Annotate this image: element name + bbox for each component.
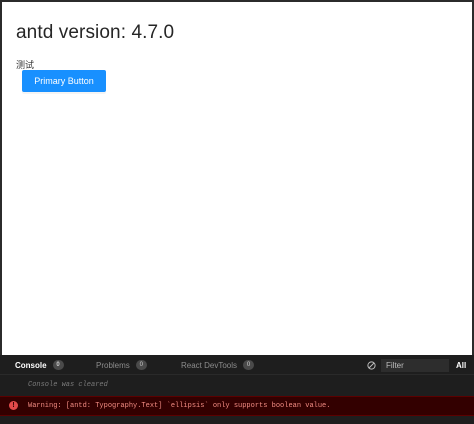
clear-console-icon[interactable] <box>367 361 376 370</box>
primary-button[interactable]: Primary Button <box>22 70 106 92</box>
tab-react-devtools-label: React DevTools <box>181 360 238 370</box>
tab-console-count-badge: 0 <box>52 360 64 370</box>
warning-message: Warning: [antd: Typography.Text] `ellips… <box>28 402 331 410</box>
tab-problems[interactable]: Problems 0 <box>96 359 147 371</box>
page-heading: antd version: 4.7.0 <box>16 22 175 43</box>
console-cleared-message: Console was cleared <box>28 381 108 389</box>
filter-input[interactable] <box>381 359 449 372</box>
error-icon: ! <box>9 401 18 410</box>
console-warning-row: ! Warning: [antd: Typography.Text] `elli… <box>0 396 474 416</box>
tab-react-devtools-count-badge: 0 <box>243 360 255 370</box>
tab-console-label: Console <box>15 360 47 370</box>
tab-problems-count-badge: 0 <box>135 360 147 370</box>
console-tab-bar: Console 0 Problems 0 React DevTools 0 Al… <box>0 355 474 375</box>
tab-console[interactable]: Console 0 <box>15 359 64 371</box>
console-panel: Console 0 Problems 0 React DevTools 0 Al… <box>0 355 474 424</box>
tab-react-devtools[interactable]: React DevTools 0 <box>181 359 255 371</box>
tab-problems-label: Problems <box>96 360 130 370</box>
preview-pane: antd version: 4.7.0 测试 Primary Button <box>2 2 472 355</box>
log-level-toggle[interactable]: All <box>456 361 466 370</box>
